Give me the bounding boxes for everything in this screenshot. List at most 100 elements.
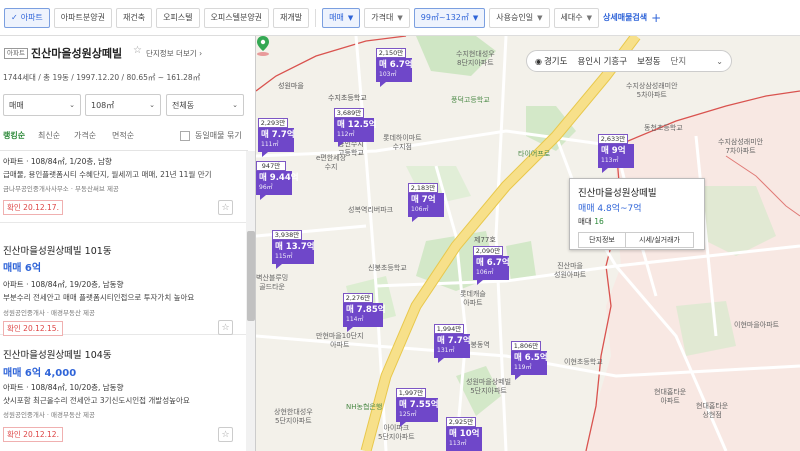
area-select[interactable]: 108㎡ ⌄	[85, 94, 161, 116]
chevron-right-icon: ›	[199, 49, 203, 58]
map-label: 수지현대성우 8단지아파트	[456, 50, 495, 67]
complex-summary: 1744세대 / 총 19동 / 1997.12.20 / 80.65㎡ ~ 1…	[3, 73, 201, 82]
star-icon[interactable]: ☆	[218, 320, 233, 335]
breadcrumb-province[interactable]: 경기도	[544, 55, 567, 67]
confirm-badge: 확인 20.12.12.	[3, 427, 63, 442]
map-label: 수지초등학교	[328, 94, 367, 102]
group-same-checkbox[interactable]	[180, 131, 190, 141]
price-marker[interactable]: 2,633만 매 9억 113㎡	[598, 134, 634, 173]
location-pin-icon: ◉	[535, 56, 542, 66]
map-label: 풍덕고등학교	[451, 96, 490, 104]
scrollbar-thumb[interactable]	[247, 231, 255, 321]
listing-list: 아파트 · 108/84㎡, 1/20층, 남향 급매물, 용인플랫폼시티 수혜…	[0, 151, 246, 451]
complex-header: 아파트 진산마을성원상떼빌 ☆ 단지정보 더보기 › 1744세대 / 총 19…	[0, 44, 255, 82]
confirm-badge: 확인 20.12.15.	[3, 321, 63, 336]
chevron-down-icon: ▼	[537, 13, 543, 22]
sort-latest[interactable]: 최신순	[38, 130, 60, 141]
dropdown-trade-type[interactable]: 매매 ▼	[322, 7, 361, 28]
map-label: 아이파크 5단지아파트	[378, 424, 415, 441]
map-view[interactable]: 수지초등학교 수지현대성우 8단지아파트 성원마을 용인수지 고등학교 풍덕고등학교…	[256, 36, 800, 451]
complex-popup[interactable]: 진산마을성원상떼빌 매매 4.8억~7억 매대 16 단지정보 시세/실거래가	[569, 178, 705, 250]
map-label: 성원마을상떼빌 5단지아파트	[466, 378, 512, 395]
map-label: 동천초등학교	[644, 124, 683, 132]
price-marker[interactable]: 2,293만 매 7.7억 111㎡	[258, 118, 295, 157]
price-marker[interactable]: 3,938만 매 13.7억 115㎡	[272, 230, 315, 269]
map-label: 현대홈타운 상현점	[696, 402, 729, 419]
price-marker[interactable]: 2,090만 매 6.7억 106㎡	[473, 246, 510, 285]
listing-price: 매매 6억	[3, 263, 42, 274]
popup-count: 매대 16	[578, 217, 604, 226]
list-item[interactable]: 진산마을성원상떼빌 104동 매매 6억 4,000 아파트 · 108/84㎡…	[0, 335, 246, 451]
map-label: 상현한대성우 5단지아파트	[274, 408, 313, 425]
price-history-button[interactable]: 시세/실거래가	[626, 232, 694, 248]
map-label: 타이어프로	[518, 150, 551, 158]
map-label: 진산마을 성원아파트	[554, 262, 587, 279]
chip-officetel-presale[interactable]: 오피스텔분양권	[203, 7, 270, 28]
chevron-down-icon: ⌄	[149, 101, 155, 109]
map-label: 롯데캐슬 아파트	[460, 290, 486, 307]
map-label: 만현마을10단지 아파트	[316, 332, 364, 349]
breadcrumb-type[interactable]: 단지	[671, 55, 687, 67]
chevron-down-icon: ▼	[472, 13, 479, 22]
star-icon[interactable]: ☆	[133, 45, 142, 56]
map-label: 이현마을아파트	[734, 321, 780, 329]
chevron-down-icon[interactable]: ⌄	[716, 57, 723, 66]
sort-ranking[interactable]: 랭킹순	[3, 130, 25, 141]
sort-options: 랭킹순 최신순 가격순 면적순 동일매물 묶기	[0, 128, 255, 144]
filter-divider	[315, 8, 317, 27]
price-marker[interactable]: 947만 매 9.44억 96㎡	[256, 161, 299, 200]
confirm-badge: 확인 20.12.17.	[3, 200, 63, 215]
price-marker[interactable]: 2,150만 매 6.7억 103㎡	[376, 48, 413, 87]
chevron-down-icon: ▼	[397, 13, 403, 22]
complex-info-link[interactable]: 단지정보 더보기 ›	[146, 48, 202, 59]
dropdown-area[interactable]: 99㎡~132㎡ ▼	[413, 7, 486, 28]
list-item[interactable]: 아파트 · 108/84㎡, 1/20층, 남향 급매물, 용인플랫폼시티 수혜…	[0, 151, 246, 223]
map-label: 이현초등학교	[564, 358, 603, 366]
listing-panel: 아파트 진산마을성원상떼빌 ☆ 단지정보 더보기 › 1744세대 / 총 19…	[0, 36, 256, 451]
chevron-down-icon: ▼	[347, 13, 354, 22]
trade-select[interactable]: 매매 ⌄	[3, 94, 81, 116]
price-marker[interactable]: 1,997만 매 7.55억 125㎡	[396, 388, 439, 427]
map-label: 롯데하이마트 수지점	[383, 134, 422, 151]
chevron-down-icon: ⌄	[69, 101, 75, 109]
dropdown-price-range[interactable]: 가격대 ▼	[364, 7, 410, 28]
breadcrumb-dong[interactable]: 보정동	[637, 55, 660, 67]
chip-apartment-presale[interactable]: 아파트분양권	[53, 7, 112, 28]
chip-officetel[interactable]: 오피스텔	[156, 7, 200, 28]
sort-area[interactable]: 면적순	[112, 130, 134, 141]
chevron-down-icon: ▼	[586, 13, 592, 22]
dropdown-households[interactable]: 세대수 ▼	[553, 7, 599, 28]
complex-info-button[interactable]: 단지정보	[578, 232, 626, 248]
breadcrumb-city[interactable]: 용인시 기흥구	[577, 55, 627, 67]
complex-title: 진산마을성원상떼빌	[31, 47, 123, 60]
list-scrollbar[interactable]	[246, 151, 255, 451]
popup-price: 매매 4.8억~7억	[578, 204, 642, 214]
price-marker[interactable]: 2,183만 매 7억 106㎡	[408, 183, 444, 222]
check-icon: ✓	[11, 13, 18, 22]
plus-icon: +	[651, 10, 662, 25]
price-marker[interactable]: 1,806만 매 6.5억 119㎡	[511, 341, 548, 380]
map-label: 성복역리버파크	[348, 206, 394, 214]
price-marker[interactable]: 3,689만 매 12.5억 112㎡	[334, 108, 377, 147]
popup-title: 진산마을성원상떼빌	[578, 188, 657, 199]
list-item[interactable]: 진산마을성원상떼빌 101동 매매 6억 아파트 · 108/84㎡, 19/2…	[0, 223, 246, 336]
price-marker[interactable]: 1,994만 매 7.7억 131㎡	[434, 324, 471, 363]
dropdown-approval-date[interactable]: 사용승인일 ▼	[489, 7, 550, 28]
advanced-search-button[interactable]: 상세매물검색 +	[603, 11, 661, 25]
chip-apartment[interactable]: ✓ 아파트	[4, 7, 50, 28]
chip-reconstruction[interactable]: 재건축	[115, 7, 153, 28]
map-label: 제77호	[474, 236, 496, 244]
map-label: 신봉초등학교	[368, 264, 407, 272]
map-label: 수지삼성래미안 7차아파트	[718, 138, 764, 155]
location-breadcrumb[interactable]: ◉ 경기도 용인시 기흥구 보정동 단지 ⌄	[526, 50, 732, 72]
building-select[interactable]: 전체동 ⌄	[166, 94, 244, 116]
listing-price: 매매 6억 4,000	[3, 368, 77, 379]
chip-redevelopment[interactable]: 재개발	[273, 7, 310, 28]
star-icon[interactable]: ☆	[218, 427, 233, 442]
listing-name: 진산마을성원상떼빌 101동	[3, 246, 112, 257]
star-icon[interactable]: ☆	[218, 200, 233, 215]
sort-price[interactable]: 가격순	[74, 130, 96, 141]
price-marker[interactable]: 2,925만 매 10억 113㎡	[446, 417, 482, 451]
price-marker[interactable]: 2,276만 매 7.85억 114㎡	[343, 293, 386, 332]
map-pin-icon[interactable]	[256, 36, 270, 56]
